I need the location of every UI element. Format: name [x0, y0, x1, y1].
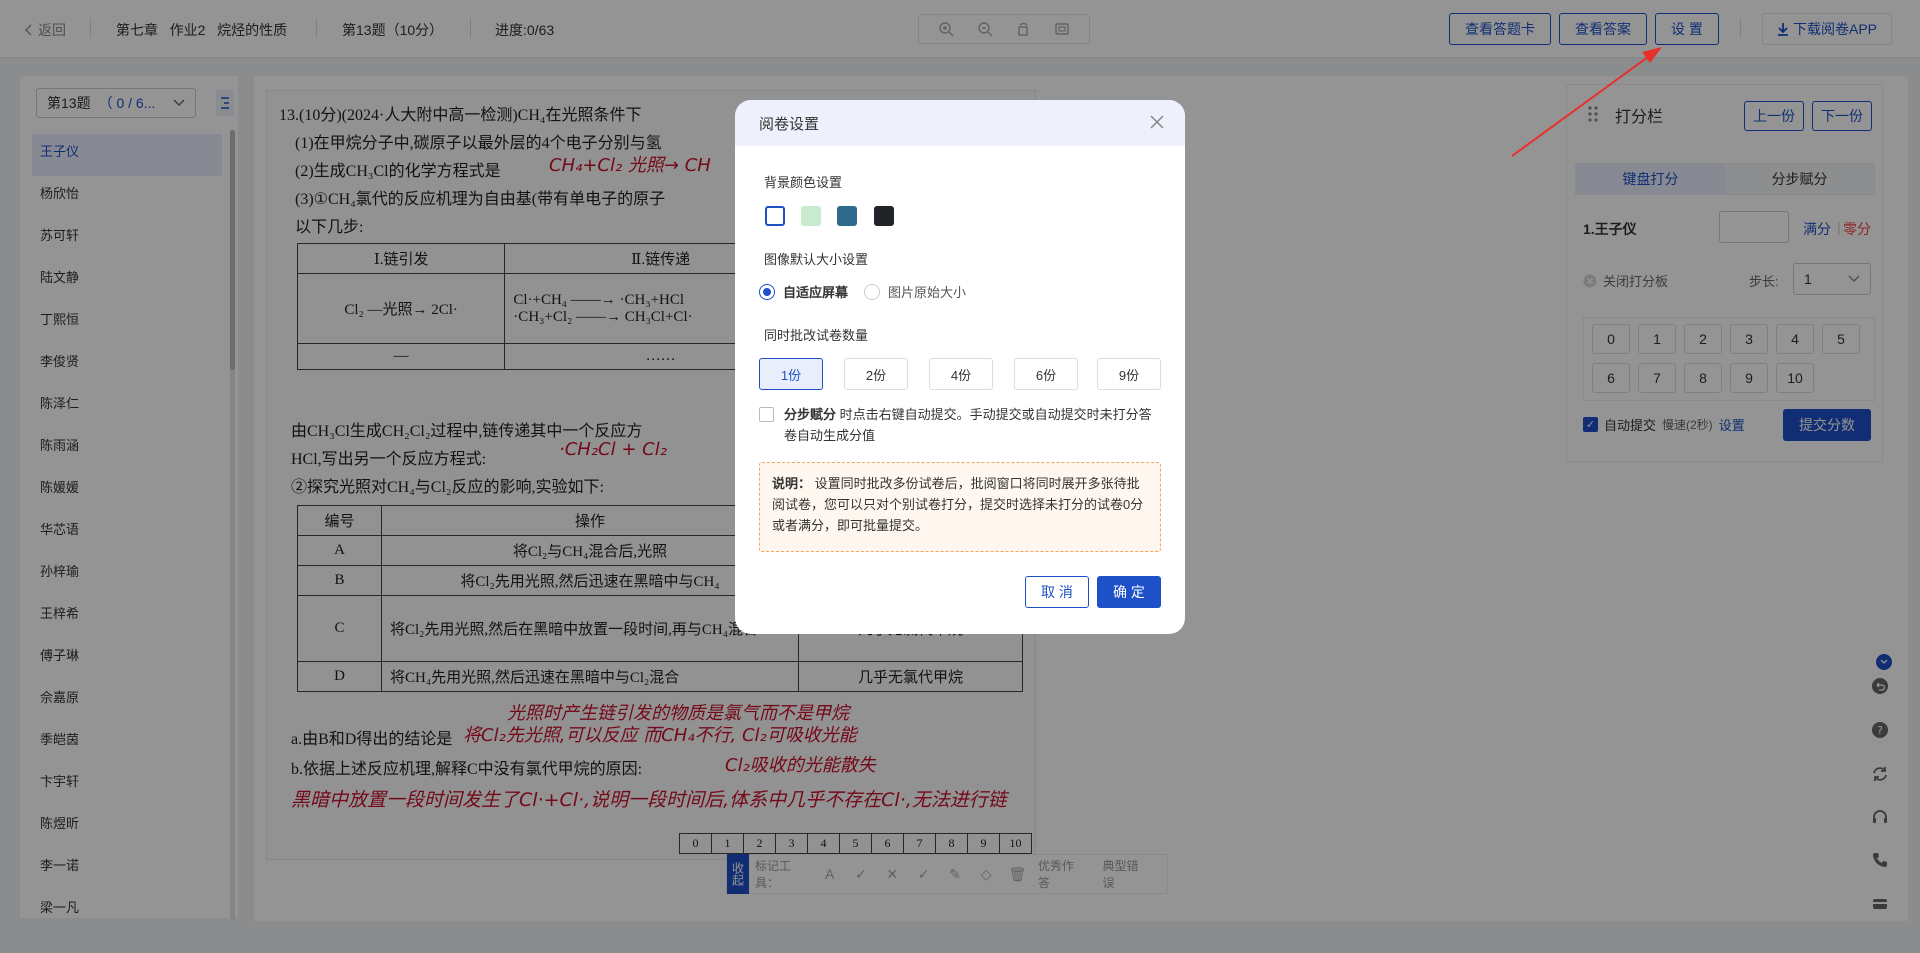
- count-option-6[interactable]: 6份: [1014, 358, 1078, 390]
- image-size-options: 自适应屏幕 图片原始大小: [759, 282, 966, 301]
- bg-color-section-title: 背景颜色设置: [764, 175, 843, 190]
- count-option-1[interactable]: 1份: [759, 358, 823, 390]
- bg-swatch-dark[interactable]: [874, 206, 894, 226]
- step-scoring-desc: 时点击右键自动提交。手动提交或自动提交时未打分答卷自动生成分值: [784, 407, 1152, 443]
- count-option-9[interactable]: 9份: [1097, 358, 1161, 390]
- image-size-section-title: 图像默认大小设置: [764, 252, 869, 267]
- radio-fit-screen[interactable]: [759, 283, 775, 300]
- radio-original-size[interactable]: [864, 283, 881, 300]
- original-size-label: 图片原始大小: [888, 285, 967, 300]
- step-scoring-checkbox[interactable]: [759, 407, 774, 422]
- batch-count-section-title: 同时批改试卷数量: [764, 328, 869, 343]
- fit-screen-label: 自适应屏幕: [783, 285, 849, 300]
- step-scoring-bold: 分步赋分: [784, 407, 837, 422]
- step-scoring-option: 分步赋分 时点击右键自动提交。手动提交或自动提交时未打分答卷自动生成分值: [759, 404, 1161, 446]
- cancel-button[interactable]: 取 消: [1025, 576, 1089, 608]
- grading-settings-dialog: 阅卷设置 背景颜色设置 图像默认大小设置 自适应屏幕 图片原始大小 同时批改试卷…: [735, 100, 1185, 634]
- dialog-title: 阅卷设置: [759, 115, 820, 133]
- notice-box: 说明： 设置同时批改多份试卷后，批阅窗口将同时展开多张待批阅试卷，您可以只对个别…: [759, 462, 1161, 552]
- bg-swatch-white[interactable]: [765, 206, 785, 226]
- confirm-button[interactable]: 确 定: [1097, 576, 1161, 608]
- dialog-header: 阅卷设置: [735, 100, 1185, 146]
- count-option-2[interactable]: 2份: [844, 358, 908, 390]
- notice-text: 设置同时批改多份试卷后，批阅窗口将同时展开多张待批阅试卷，您可以只对个别试卷打分…: [772, 476, 1144, 533]
- step-scoring-text: 分步赋分 时点击右键自动提交。手动提交或自动提交时未打分答卷自动生成分值: [784, 404, 1161, 446]
- count-option-4[interactable]: 4份: [929, 358, 993, 390]
- notice-label: 说明：: [772, 476, 812, 491]
- bg-swatch-blue[interactable]: [837, 206, 857, 226]
- close-icon[interactable]: [1149, 114, 1167, 132]
- bg-swatch-green[interactable]: [801, 206, 821, 226]
